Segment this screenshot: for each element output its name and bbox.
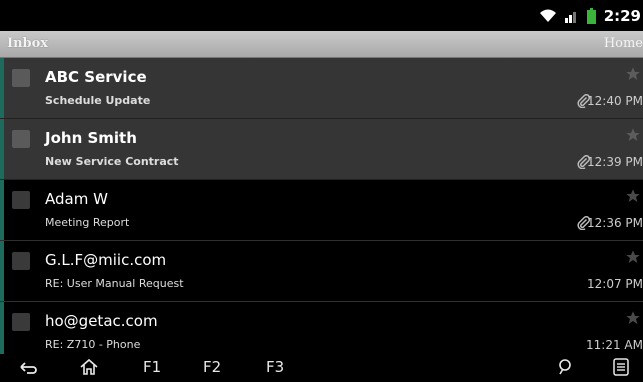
select-checkbox[interactable]: [12, 252, 30, 270]
navigation-bar: F1 F2 F3: [0, 354, 643, 382]
select-checkbox[interactable]: [12, 69, 30, 87]
sender-name: ho@getac.com: [45, 312, 158, 330]
select-checkbox[interactable]: [12, 313, 30, 331]
subject-line: RE: User Manual Request: [45, 277, 184, 290]
select-checkbox[interactable]: [12, 191, 30, 209]
message-time: 12:40 PM: [587, 94, 643, 108]
row-accent-edge: [0, 241, 4, 301]
back-icon[interactable]: [18, 358, 38, 376]
star-icon[interactable]: [625, 127, 641, 147]
row-accent-edge: [0, 119, 4, 179]
f1-button[interactable]: F1: [143, 358, 161, 376]
message-list: ABC Service Schedule Update 12:40 PM Joh…: [0, 58, 643, 354]
star-icon[interactable]: [625, 188, 641, 208]
row-accent-edge: [0, 58, 4, 118]
menu-icon[interactable]: [613, 358, 629, 376]
message-row[interactable]: ho@getac.com RE: Z710 - Phone 11:21 AM: [0, 302, 643, 354]
message-row[interactable]: ABC Service Schedule Update 12:40 PM: [0, 58, 643, 119]
page-title: Inbox: [7, 36, 49, 51]
message-time: 11:21 AM: [586, 338, 643, 352]
subject-line: Meeting Report: [45, 216, 130, 229]
battery-icon: [586, 7, 596, 24]
subject-line: New Service Contract: [45, 155, 179, 168]
search-icon[interactable]: [556, 358, 574, 376]
message-time: 12:36 PM: [587, 216, 643, 230]
message-time: 12:39 PM: [587, 155, 643, 169]
subject-line: RE: Z710 - Phone: [45, 338, 141, 351]
sender-name: Adam W: [45, 190, 108, 208]
star-icon[interactable]: [625, 249, 641, 269]
sender-name: G.L.F@miic.com: [45, 251, 167, 269]
subject-line: Schedule Update: [45, 94, 151, 107]
sender-name: John Smith: [45, 129, 137, 147]
star-icon[interactable]: [625, 310, 641, 330]
wifi-icon: [539, 9, 557, 23]
row-accent-edge: [0, 302, 4, 354]
status-bar: 2:29: [0, 0, 643, 31]
home-button[interactable]: Home: [604, 36, 643, 51]
f2-button[interactable]: F2: [203, 358, 221, 376]
star-icon[interactable]: [625, 66, 641, 86]
row-accent-edge: [0, 180, 4, 240]
status-icons: 2:29: [539, 0, 643, 31]
message-row[interactable]: G.L.F@miic.com RE: User Manual Request 1…: [0, 241, 643, 302]
home-icon[interactable]: [79, 358, 99, 376]
message-row[interactable]: Adam W Meeting Report 12:36 PM: [0, 180, 643, 241]
title-bar: Inbox Home: [0, 31, 643, 58]
message-row[interactable]: John Smith New Service Contract 12:39 PM: [0, 119, 643, 180]
f3-button[interactable]: F3: [266, 358, 284, 376]
message-time: 12:07 PM: [587, 277, 643, 291]
sender-name: ABC Service: [45, 68, 147, 86]
select-checkbox[interactable]: [12, 130, 30, 148]
clock: 2:29: [603, 6, 641, 25]
signal-icon: [564, 9, 579, 23]
